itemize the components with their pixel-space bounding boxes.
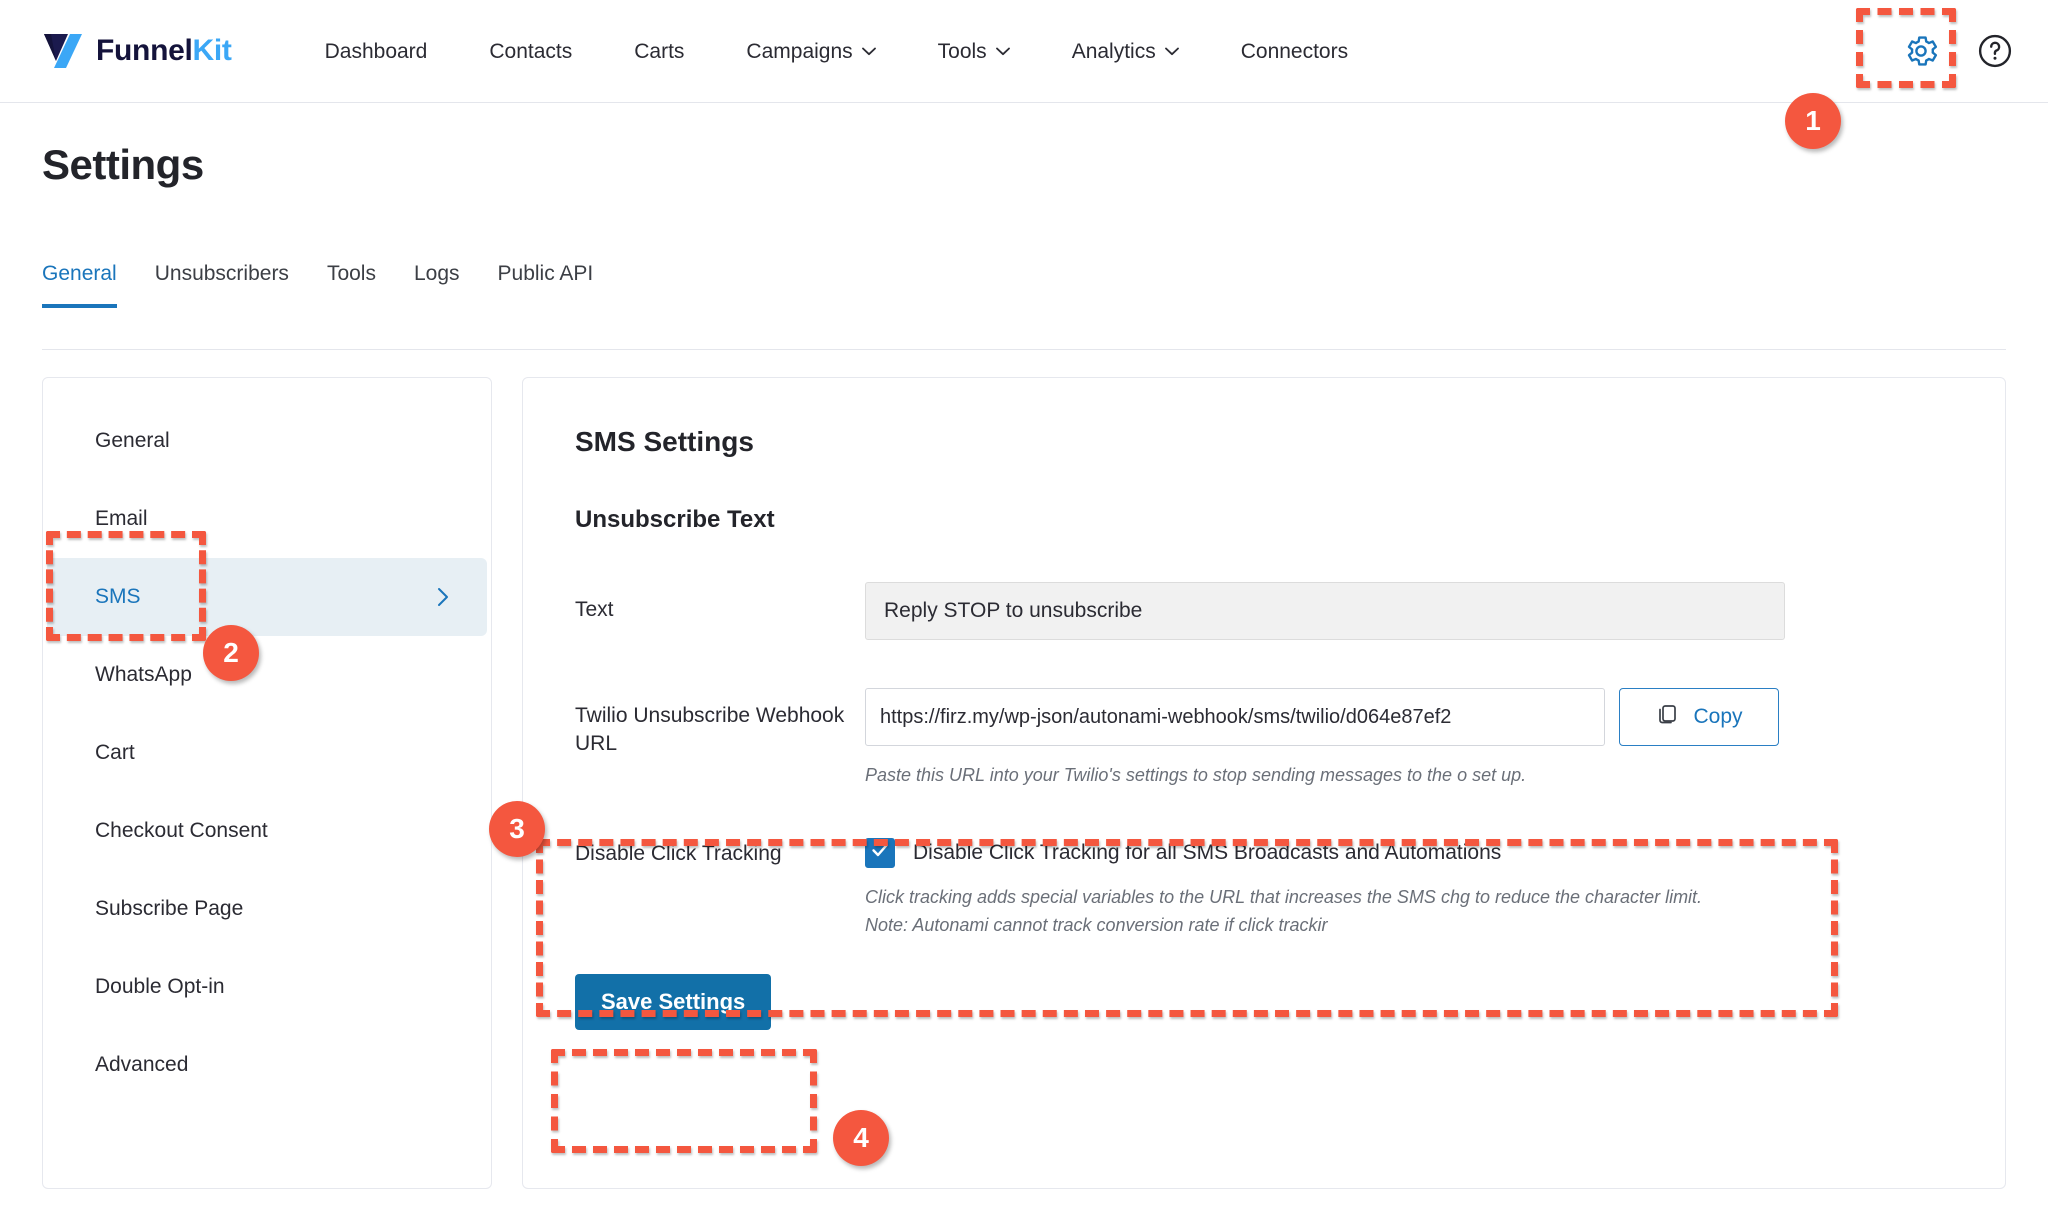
webhook-url-label: Twilio Unsubscribe Webhook URL [575, 704, 845, 756]
panel-heading: SMS Settings [575, 426, 754, 457]
page-title: Settings [42, 141, 204, 188]
chevron-down-icon [1164, 47, 1179, 56]
tab-public-api[interactable]: Public API [479, 262, 613, 308]
twilio-webhook-row: Twilio Unsubscribe Webhook URL Copy [575, 688, 1953, 790]
sidebar-item-label: Subscribe Page [95, 897, 244, 920]
nav-label: Dashboard [324, 39, 428, 63]
disable-click-tracking-row: Disable Click Tracking Disable Click Tra… [575, 837, 1953, 940]
copy-icon [1655, 702, 1679, 732]
sidebar-item-subscribe-page[interactable]: Subscribe Page [47, 870, 487, 948]
tabs-divider [42, 349, 2006, 350]
tab-general[interactable]: General [42, 262, 136, 308]
sidebar-item-label: Advanced [95, 1053, 189, 1076]
nav-item-analytics[interactable]: Analytics [1041, 0, 1210, 103]
sidebar-item-label: SMS [95, 585, 141, 608]
sidebar-list: General Email SMS WhatsApp Cart Checkout… [43, 378, 491, 1104]
main-menu: Dashboard Contacts Carts Campaigns Tools… [294, 0, 1379, 103]
sidebar-item-label: Cart [95, 741, 135, 764]
gear-icon[interactable] [1902, 32, 1940, 70]
tab-logs[interactable]: Logs [395, 262, 479, 308]
tab-tools[interactable]: Tools [308, 262, 395, 308]
sidebar-item-cart[interactable]: Cart [47, 714, 487, 792]
nav-item-connectors[interactable]: Connectors [1210, 0, 1379, 103]
disable-click-tracking-label: Disable Click Tracking [575, 841, 782, 865]
sidebar-item-label: General [95, 429, 170, 452]
nav-label: Carts [634, 39, 685, 63]
copy-button[interactable]: Copy [1619, 688, 1779, 746]
brand-name-main: Funnel [96, 34, 193, 67]
unsubscribe-text-input[interactable] [865, 582, 1785, 640]
webhook-hint-text: Paste this URL into your Twilio's settin… [865, 765, 1527, 785]
sidebar-item-label: Checkout Consent [95, 819, 268, 842]
text-field-label: Text [575, 598, 614, 621]
nav-label: Campaigns [746, 39, 853, 63]
funnelkit-logo-icon [42, 31, 86, 71]
tab-unsubscribers[interactable]: Unsubscribers [136, 262, 308, 308]
sidebar-item-label: Double Opt-in [95, 975, 225, 998]
nav-item-contacts[interactable]: Contacts [458, 0, 603, 103]
chevron-right-icon [435, 586, 451, 608]
checkmark-icon [870, 840, 890, 865]
disable-click-tracking-hint: Click tracking adds special variables to… [865, 886, 1703, 935]
disable-click-tracking-checkbox-line: Disable Click Tracking for all SMS Broad… [865, 837, 1953, 868]
top-right-actions [1902, 32, 2014, 70]
settings-sidebar: General Email SMS WhatsApp Cart Checkout… [42, 377, 492, 1189]
sidebar-item-label: Email [95, 507, 148, 530]
copy-button-label: Copy [1693, 705, 1743, 728]
tab-label: Public API [497, 262, 594, 285]
sms-settings-panel: SMS Settings Unsubscribe Text Text Twili… [522, 377, 2006, 1189]
webhook-url-input[interactable] [865, 688, 1605, 746]
tab-label: Logs [413, 262, 460, 285]
sidebar-item-advanced[interactable]: Advanced [47, 1026, 487, 1104]
sidebar-item-general[interactable]: General [47, 402, 487, 480]
tab-label: Tools [326, 262, 376, 285]
sidebar-item-double-opt-in[interactable]: Double Opt-in [47, 948, 487, 1026]
unsubscribe-text-heading: Unsubscribe Text [575, 506, 775, 533]
disable-click-tracking-checkbox-label: Disable Click Tracking for all SMS Broad… [913, 840, 1502, 864]
tab-label: General [42, 262, 117, 285]
chevron-down-icon [995, 47, 1010, 56]
nav-label: Contacts [489, 39, 573, 63]
tab-label: Unsubscribers [154, 262, 289, 285]
disable-click-tracking-checkbox[interactable] [865, 837, 895, 868]
save-settings-button[interactable]: Save Settings [575, 973, 772, 1030]
chevron-down-icon [861, 47, 876, 56]
nav-label: Connectors [1240, 39, 1349, 63]
nav-item-dashboard[interactable]: Dashboard [294, 0, 459, 103]
save-settings-row: Save Settings [575, 973, 1953, 1030]
top-navigation-bar: FunnelKit Dashboard Contacts Carts Campa… [0, 0, 2048, 103]
settings-tabs: General Unsubscribers Tools Logs Public … [42, 262, 612, 308]
brand-name: FunnelKit [96, 34, 232, 68]
nav-item-campaigns[interactable]: Campaigns [715, 0, 906, 103]
sidebar-item-sms[interactable]: SMS [47, 558, 487, 636]
sidebar-item-checkout-consent[interactable]: Checkout Consent [47, 792, 487, 870]
sidebar-item-whatsapp[interactable]: WhatsApp [47, 636, 487, 714]
nav-item-carts[interactable]: Carts [603, 0, 715, 103]
brand-logo[interactable]: FunnelKit [42, 31, 232, 71]
webhook-url-group: Copy [865, 688, 1953, 746]
brand-name-accent: Kit [192, 34, 232, 67]
nav-label: Analytics [1071, 39, 1156, 63]
unsubscribe-text-row: Text [575, 582, 1953, 640]
sidebar-item-email[interactable]: Email [47, 480, 487, 558]
nav-item-tools[interactable]: Tools [907, 0, 1041, 103]
sidebar-item-label: WhatsApp [95, 663, 192, 686]
nav-label: Tools [937, 39, 987, 63]
question-mark-circle-icon[interactable] [1976, 32, 2014, 70]
